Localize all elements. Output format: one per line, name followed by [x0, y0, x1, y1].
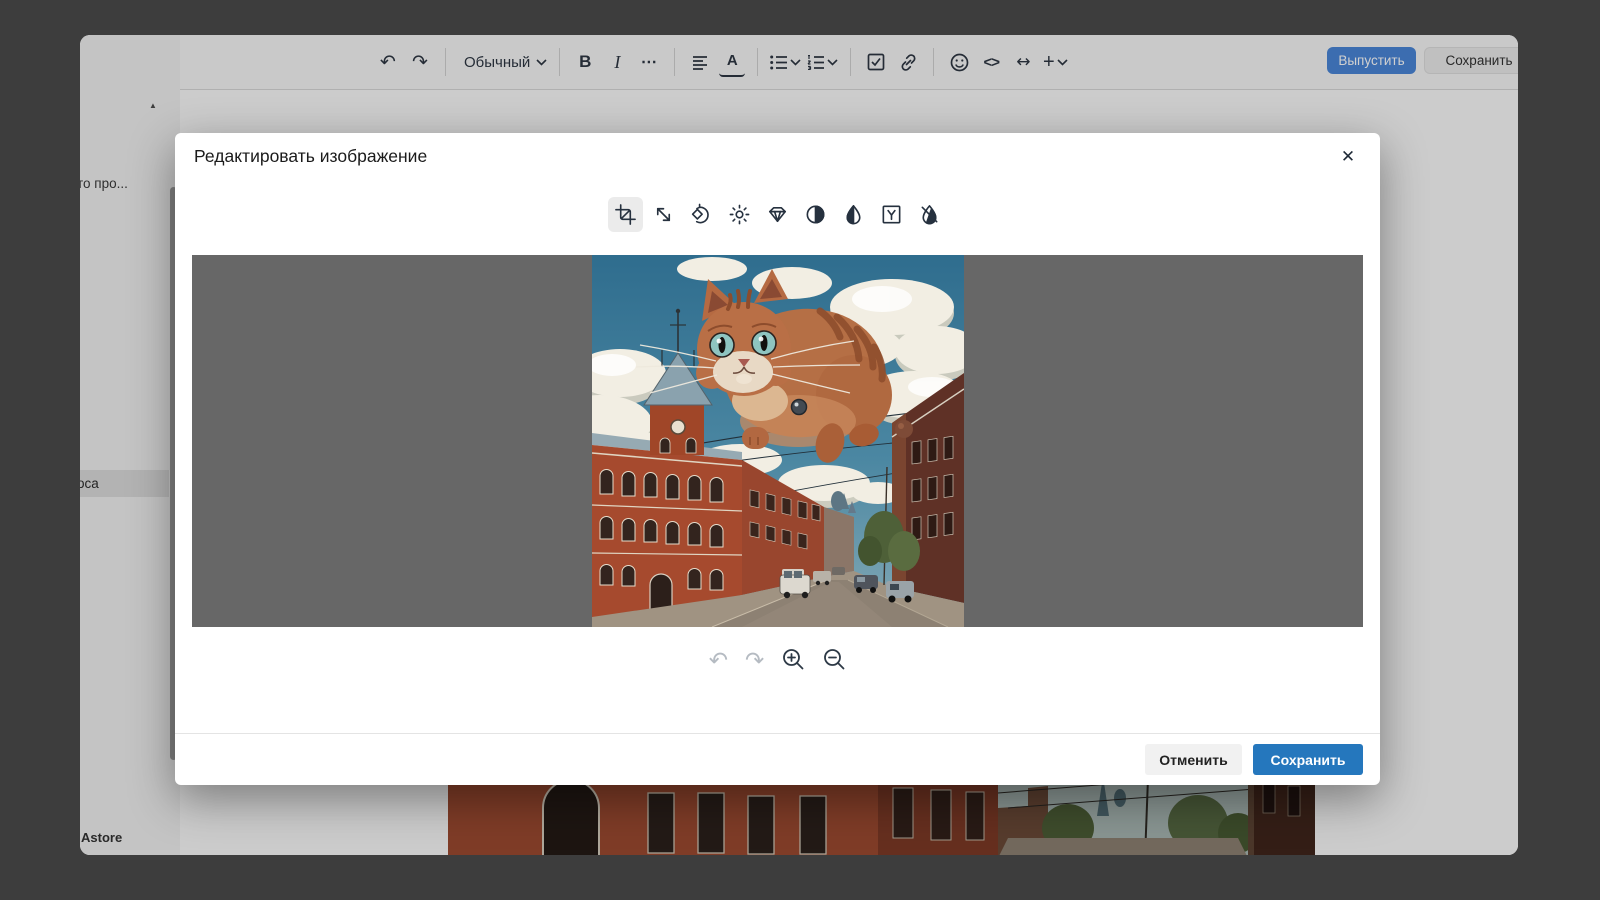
sidebar-item-label: оса	[80, 476, 99, 491]
toolbar-divider	[757, 48, 758, 76]
align-button[interactable]	[687, 48, 713, 76]
toolbar-divider	[445, 48, 446, 76]
spacing-button[interactable]: ↔	[1010, 48, 1036, 76]
insert-button[interactable]: +	[1042, 48, 1068, 76]
brand-logo: Astore	[81, 830, 122, 845]
blur-off-tool-button[interactable]	[912, 197, 947, 232]
cancel-button[interactable]: Отменить	[1145, 744, 1242, 775]
scroll-up-icon[interactable]: ▲	[149, 101, 157, 110]
numbered-list-icon	[807, 55, 825, 70]
contrast-icon	[804, 203, 827, 226]
sidebar-item-truncated[interactable]: то про...	[80, 176, 128, 191]
rotate-tool-button[interactable]	[684, 197, 719, 232]
link-icon	[899, 53, 918, 72]
dialog-footer: Отменить Сохранить	[175, 733, 1380, 785]
save-draft-button[interactable]: Сохранить	[1424, 47, 1518, 74]
image-tools-toolbar	[175, 197, 1380, 232]
italic-button[interactable]: I	[604, 48, 630, 76]
chevron-down-icon	[536, 59, 547, 66]
toolbar-divider	[674, 48, 675, 76]
brightness-icon	[728, 203, 751, 226]
y-filter-icon	[880, 203, 903, 226]
toolbar-divider	[559, 48, 560, 76]
code-button[interactable]: <>	[978, 48, 1004, 76]
resize-tool-button[interactable]	[646, 197, 681, 232]
edit-redo-icon[interactable]: ↷	[745, 650, 764, 673]
editor-toolbar: ↶ ↷ Обычный B I ⋯ A	[180, 35, 1518, 90]
text-color-button[interactable]: A	[719, 47, 745, 77]
more-formatting-button[interactable]: ⋯	[636, 48, 662, 76]
bullet-list-icon	[770, 55, 788, 70]
link-button[interactable]	[895, 48, 921, 76]
checklist-button[interactable]	[863, 48, 889, 76]
saturation-tool-button[interactable]	[836, 197, 871, 232]
brightness-tool-button[interactable]	[722, 197, 757, 232]
edit-image-dialog: Редактировать изображение ✕	[175, 133, 1380, 785]
clarity-tool-button[interactable]	[760, 197, 795, 232]
bullet-list-button[interactable]	[770, 48, 801, 76]
publish-button[interactable]: Выпустить	[1327, 47, 1416, 74]
toolbar-divider	[933, 48, 934, 76]
image-preview-area[interactable]	[192, 255, 1363, 627]
paragraph-style-select[interactable]: Обычный	[458, 48, 547, 76]
align-left-icon	[692, 55, 709, 70]
undo-icon[interactable]: ↶	[375, 48, 401, 76]
resize-icon	[652, 203, 675, 226]
crop-tool-button[interactable]	[608, 197, 643, 232]
sidebar: ▲ то про... оса Astore	[80, 35, 181, 855]
plus-icon: +	[1043, 51, 1055, 74]
preview-controls: ↶ ↷	[175, 647, 1380, 676]
emoji-button[interactable]	[946, 48, 972, 76]
droplet-slash-icon	[918, 203, 941, 226]
numbered-list-button[interactable]	[807, 48, 838, 76]
gem-icon	[766, 203, 789, 226]
edit-undo-icon[interactable]: ↶	[709, 650, 728, 673]
paragraph-style-label: Обычный	[464, 54, 530, 71]
rotate-icon	[690, 203, 713, 226]
sidebar-item-selected[interactable]: оса	[80, 470, 169, 497]
cat-city-image	[592, 255, 964, 627]
grayscale-tool-button[interactable]	[874, 197, 909, 232]
redo-icon[interactable]: ↷	[407, 48, 433, 76]
emoji-icon	[950, 53, 969, 72]
toolbar-divider	[850, 48, 851, 76]
chevron-down-icon	[1057, 59, 1068, 66]
crop-icon	[614, 203, 637, 226]
checkbox-icon	[867, 53, 885, 71]
contrast-tool-button[interactable]	[798, 197, 833, 232]
zoom-out-icon[interactable]	[822, 647, 846, 676]
bold-button[interactable]: B	[572, 48, 598, 76]
chevron-down-icon	[827, 59, 838, 66]
save-button[interactable]: Сохранить	[1253, 744, 1363, 775]
dialog-title: Редактировать изображение	[194, 146, 427, 167]
droplet-icon	[842, 203, 865, 226]
zoom-in-icon[interactable]	[781, 647, 805, 676]
close-icon[interactable]: ✕	[1334, 143, 1362, 171]
chevron-down-icon	[790, 59, 801, 66]
